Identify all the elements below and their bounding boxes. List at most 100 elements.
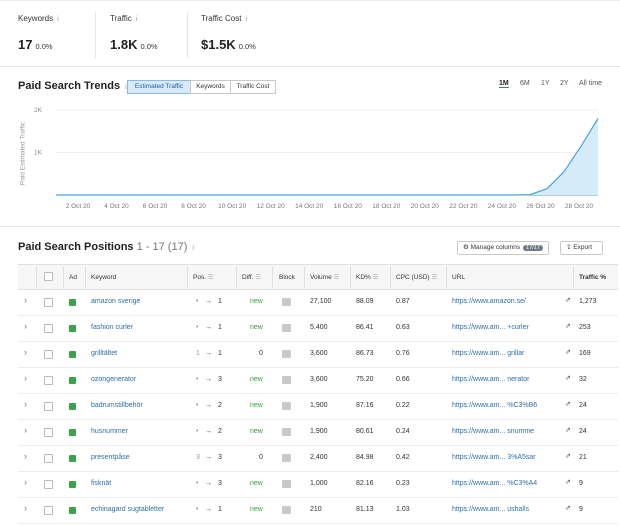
select-all-checkbox[interactable] xyxy=(44,272,53,281)
url-link[interactable]: https://www.am... snumme xyxy=(452,428,534,435)
block-icon[interactable] xyxy=(282,376,291,384)
info-icon[interactable]: i xyxy=(245,16,247,23)
range-all-time[interactable]: All time xyxy=(579,80,602,87)
ad-icon[interactable] xyxy=(69,403,76,410)
row-checkbox[interactable] xyxy=(44,454,53,463)
col-keyword[interactable]: Keyword xyxy=(91,274,116,281)
filter-icon[interactable]: ☰ xyxy=(208,275,213,281)
series-line[interactable] xyxy=(56,118,599,196)
external-link-icon[interactable]: ⇗ xyxy=(565,322,571,330)
ad-icon[interactable] xyxy=(69,481,76,488)
row-checkbox[interactable] xyxy=(44,376,53,385)
table-row[interactable]: › fashion curler • → 1 new 5,400 86.41 0.63 https… xyxy=(18,316,618,342)
block-icon[interactable] xyxy=(282,506,291,514)
external-link-icon[interactable]: ⇗ xyxy=(565,374,571,382)
table-row[interactable]: › fisknät • → 3 new 1,000 82.16 0.23 https://www.… xyxy=(18,472,618,498)
col-pos[interactable]: Pos. ☰ xyxy=(193,274,213,281)
row-checkbox[interactable] xyxy=(44,324,53,333)
expand-chevron-icon[interactable]: › xyxy=(24,321,27,331)
manage-columns-button[interactable]: ⚙ Manage columns 17/17 xyxy=(457,241,549,255)
expand-chevron-icon[interactable]: › xyxy=(24,399,27,409)
col-diff[interactable]: Diff. ☰ xyxy=(242,274,261,281)
table-row[interactable]: › ozongenerator • → 3 new 3,600 75.20 0.66 https:… xyxy=(18,368,618,394)
block-icon[interactable] xyxy=(282,298,291,306)
block-icon[interactable] xyxy=(282,324,291,332)
range-6m[interactable]: 6M xyxy=(520,80,530,87)
col-volume[interactable]: Volume ☰ xyxy=(310,274,339,281)
table-row[interactable]: › presentpåse 3 → 3 0 2,400 84.98 0.42 https://ww… xyxy=(18,446,618,472)
row-checkbox[interactable] xyxy=(44,506,53,515)
info-icon[interactable]: i xyxy=(136,16,138,23)
ad-icon[interactable] xyxy=(69,377,76,384)
keyword-link[interactable]: fashion curler xyxy=(91,324,133,331)
keyword-link[interactable]: grilltältet xyxy=(91,350,117,357)
segment-traffic-cost[interactable]: Traffic Cost xyxy=(230,80,276,94)
row-checkbox[interactable] xyxy=(44,428,53,437)
ad-icon[interactable] xyxy=(69,429,76,436)
ad-icon[interactable] xyxy=(69,299,76,306)
range-1y[interactable]: 1Y xyxy=(541,80,550,87)
url-link[interactable]: https://www.am... 3%A5sar xyxy=(452,454,536,461)
table-row[interactable]: › husnummer • → 2 new 1,900 80.61 0.24 https://ww… xyxy=(18,420,618,446)
url-link[interactable]: https://www.am... nerator xyxy=(452,376,529,383)
expand-chevron-icon[interactable]: › xyxy=(24,477,27,487)
url-link[interactable]: https://www.amazon.se/ xyxy=(452,298,526,305)
info-icon[interactable]: i xyxy=(192,245,194,252)
table-row[interactable]: › amazon sverige • → 1 new 27,100 88.09 0.87 http… xyxy=(18,290,618,316)
url-link[interactable]: https://www.am... %C3%B6 xyxy=(452,402,537,409)
external-link-icon[interactable]: ⇗ xyxy=(565,452,571,460)
block-icon[interactable] xyxy=(282,350,291,358)
external-link-icon[interactable]: ⇗ xyxy=(565,296,571,304)
segment-keywords[interactable]: Keywords xyxy=(190,80,231,94)
keyword-link[interactable]: presentpåse xyxy=(91,454,130,461)
ad-icon[interactable] xyxy=(69,507,76,514)
keyword-link[interactable]: badrumstillbehör xyxy=(91,402,143,409)
keyword-link[interactable]: husnummer xyxy=(91,428,128,435)
url-link[interactable]: https://www.am... ushalls xyxy=(452,506,529,513)
col-cpc[interactable]: CPC (USD) ☰ xyxy=(396,274,437,281)
keyword-link[interactable]: amazon sverige xyxy=(91,298,140,305)
ad-icon[interactable] xyxy=(69,351,76,358)
block-icon[interactable] xyxy=(282,454,291,462)
expand-chevron-icon[interactable]: › xyxy=(24,425,27,435)
row-checkbox[interactable] xyxy=(44,402,53,411)
filter-icon[interactable]: ☰ xyxy=(432,275,437,281)
url-link[interactable]: https://www.am... +curler xyxy=(452,324,529,331)
row-checkbox[interactable] xyxy=(44,298,53,307)
external-link-icon[interactable]: ⇗ xyxy=(565,426,571,434)
filter-icon[interactable]: ☰ xyxy=(334,275,339,281)
expand-chevron-icon[interactable]: › xyxy=(24,451,27,461)
block-icon[interactable] xyxy=(282,428,291,436)
table-row[interactable]: › echinagard sugtabletter • → 1 new 210 81.13 1.… xyxy=(18,498,618,524)
col-kd[interactable]: KD% ☰ xyxy=(356,274,378,281)
block-icon[interactable] xyxy=(282,480,291,488)
col-traffic[interactable]: Traffic % xyxy=(579,274,606,281)
range-2y[interactable]: 2Y xyxy=(560,80,569,87)
table-row[interactable]: › badrumstillbehör • → 2 new 1,900 87.16 0.22 htt… xyxy=(18,394,618,420)
url-link[interactable]: https://www.am... %C3%A4 xyxy=(452,480,537,487)
table-row[interactable]: › grilltältet 1 → 1 0 3,600 86.73 0.76 https://ww… xyxy=(18,342,618,368)
keyword-link[interactable]: fisknät xyxy=(91,480,111,487)
segment-estimated-traffic[interactable]: Estimated Traffic xyxy=(127,80,191,94)
keyword-link[interactable]: echinagard sugtabletter xyxy=(91,506,164,513)
filter-icon[interactable]: ☰ xyxy=(373,275,378,281)
expand-chevron-icon[interactable]: › xyxy=(24,295,27,305)
expand-chevron-icon[interactable]: › xyxy=(24,347,27,357)
external-link-icon[interactable]: ⇗ xyxy=(565,478,571,486)
external-link-icon[interactable]: ⇗ xyxy=(565,348,571,356)
row-checkbox[interactable] xyxy=(44,480,53,489)
expand-chevron-icon[interactable]: › xyxy=(24,503,27,513)
row-checkbox[interactable] xyxy=(44,350,53,359)
range-1m[interactable]: 1M xyxy=(499,80,509,88)
external-link-icon[interactable]: ⇗ xyxy=(565,504,571,512)
keyword-link[interactable]: ozongenerator xyxy=(91,376,136,383)
ad-icon[interactable] xyxy=(69,455,76,462)
url-link[interactable]: https://www.am... grillar xyxy=(452,350,524,357)
info-icon[interactable]: i xyxy=(57,16,59,23)
ad-icon[interactable] xyxy=(69,325,76,332)
block-icon[interactable] xyxy=(282,402,291,410)
expand-chevron-icon[interactable]: › xyxy=(24,373,27,383)
external-link-icon[interactable]: ⇗ xyxy=(565,400,571,408)
filter-icon[interactable]: ☰ xyxy=(255,275,260,281)
export-button[interactable]: ⇪ Export xyxy=(560,241,603,255)
